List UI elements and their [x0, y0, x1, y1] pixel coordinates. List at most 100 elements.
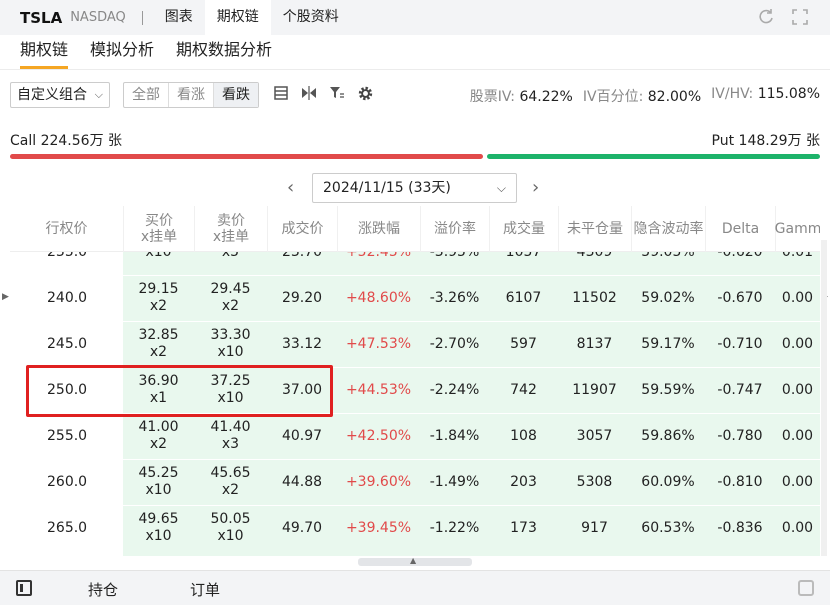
volume-cell: 6107 [505, 289, 542, 306]
gamma-cell: 0.00 [781, 381, 814, 398]
strike-cell: 260.0 [47, 473, 88, 490]
tab-orders[interactable]: 订单 [190, 579, 220, 600]
delta-cell: -0.747 [717, 381, 763, 398]
ticker-symbol: TSLA [20, 8, 63, 27]
put-volume: Put 148.29万 张 [711, 133, 820, 149]
chevron-down-icon: ⌵ [94, 88, 103, 101]
table-row[interactable]: 265.0 49.65 x10 50.05 x10 49.70 +39.45% -1.22% 1… [10, 505, 820, 551]
open-interest-cell: 5308 [576, 473, 613, 490]
col-strike-header[interactable]: 行权价 [10, 206, 123, 252]
exchange-label: NASDAQ [70, 10, 126, 25]
prev-expiry-icon[interactable]: ‹ [287, 177, 294, 198]
highlight-box [26, 365, 333, 417]
open-interest-cell: 11502 [572, 289, 617, 306]
premium-cell: -1.22% [429, 519, 480, 536]
tab-chart[interactable]: 图表 [153, 0, 205, 35]
call-ratio-bar [10, 154, 483, 159]
expiry-select[interactable]: 2024/11/15 (33天) ⌵ [312, 173, 517, 203]
ask-size: x2 [221, 482, 240, 498]
split-view-icon[interactable] [300, 85, 318, 103]
list-view-icon[interactable] [272, 85, 290, 103]
filter-all[interactable]: 全部 [124, 83, 168, 107]
copy-icon[interactable] [798, 580, 814, 596]
combo-select[interactable]: 自定义组合 ⌵ [10, 82, 110, 108]
premium-cell: -2.70% [429, 335, 480, 352]
expiry-bar: ‹ 2024/11/15 (33天) ⌵ › [0, 173, 830, 205]
table-row[interactable]: 260.0 45.25 x10 45.65 x2 44.88 +39.60% -1.49% 20… [10, 459, 820, 505]
iv-hv-value: 115.08% [757, 86, 820, 102]
col-open-interest-header[interactable]: 未平仓量 [558, 206, 631, 252]
chevron-up-icon: ▲ [410, 556, 417, 565]
put-ratio-bar [487, 154, 820, 159]
table-row[interactable]: 245.0 32.85 x2 33.30 x10 33.12 +47.53% -2.70% 59… [10, 321, 820, 367]
volume-cell: 203 [510, 473, 537, 490]
col-change-header[interactable]: 涨跌幅 [337, 206, 420, 252]
bid-cell[interactable]: 49.65 x10 [123, 505, 194, 551]
subtab-option-data-analysis[interactable]: 期权数据分析 [176, 36, 272, 69]
toolbar: 自定义组合 ⌵ 全部 看涨 看跌 股票IV: 64.22% IV百分位: 82.… [0, 80, 830, 110]
ask-price: 41.40 [210, 419, 251, 435]
table-row[interactable]: 255.0 41.00 x2 41.40 x3 40.97 +42.50% -1.84% 108… [10, 413, 820, 459]
call-put-ratio: Call 224.56万 张 Put 148.29万 张 [0, 128, 830, 164]
subtab-simulation[interactable]: 模拟分析 [90, 36, 154, 69]
col-gamma-header[interactable]: Gamm [775, 206, 820, 252]
combo-value: 自定义组合 [17, 87, 87, 103]
gamma-cell: 0.00 [781, 289, 814, 306]
ask-cell[interactable]: 29.45 x2 [194, 275, 267, 321]
premium-cell: -3.26% [429, 289, 480, 306]
subtab-option-chain[interactable]: 期权链 [20, 36, 69, 69]
volume-cell: 173 [510, 519, 537, 536]
filter-put[interactable]: 看跌 [213, 83, 258, 107]
col-premium-header[interactable]: 溢价率 [420, 206, 489, 252]
gamma-cell: 0.00 [781, 427, 814, 444]
ask-size: x10 [217, 528, 244, 544]
ask-cell[interactable]: 45.65 x2 [194, 459, 267, 505]
change-cell: +39.45% [345, 519, 412, 536]
table-row[interactable]: 240.0 29.15 x2 29.45 x2 29.20 +48.60% -3.26% 610… [10, 275, 820, 321]
implied-vol-cell: 59.02% [641, 289, 695, 306]
tab-stock-profile[interactable]: 个股资料 [271, 0, 351, 35]
call-volume: Call 224.56万 张 [10, 133, 123, 149]
change-cell: +44.53% [345, 381, 412, 398]
panel-toggle-icon[interactable] [16, 580, 32, 596]
bid-cell[interactable]: 45.25 x10 [123, 459, 194, 505]
col-last-header[interactable]: 成交价 [267, 206, 337, 252]
tab-positions[interactable]: 持仓 [88, 579, 118, 600]
next-expiry-icon[interactable]: › [532, 177, 539, 198]
volume-cell: 597 [510, 335, 537, 352]
iv-stats: 股票IV: 64.22% IV百分位: 82.00% IV/HV: 115.08… [470, 86, 820, 106]
filter-icon[interactable] [328, 85, 346, 103]
expand-icon[interactable] [790, 8, 810, 28]
col-delta-header[interactable]: Delta [705, 206, 775, 252]
bid-price: 45.25 [138, 465, 179, 481]
ask-price: 50.05 [210, 511, 251, 527]
col-ask-header[interactable]: 卖价 x挂单 [194, 206, 267, 252]
open-interest-cell: 917 [581, 519, 608, 536]
col-implied-vol-header[interactable]: 隐含波动率 [631, 206, 705, 252]
col-bid-header[interactable]: 买价 x挂单 [123, 206, 194, 252]
refresh-icon[interactable] [756, 8, 776, 28]
scroll-left-icon[interactable]: ▶ [2, 292, 9, 302]
ask-cell[interactable]: 33.30 x10 [194, 321, 267, 367]
filter-call[interactable]: 看涨 [168, 83, 213, 107]
change-cell: +39.60% [345, 473, 412, 490]
gear-icon[interactable] [356, 85, 374, 103]
open-interest-cell: 3057 [576, 427, 613, 444]
ask-cell[interactable]: 50.05 x10 [194, 505, 267, 551]
vertical-scrollbar[interactable] [821, 240, 827, 556]
bid-cell[interactable]: 29.15 x2 [123, 275, 194, 321]
bid-price: 49.65 [138, 511, 179, 527]
tab-option-chain[interactable]: 期权链 [204, 0, 271, 35]
ask-size: x2 [221, 298, 240, 314]
bid-cell[interactable]: 41.00 x2 [123, 413, 194, 459]
ask-cell[interactable]: 41.40 x3 [194, 413, 267, 459]
premium-cell: -1.84% [429, 427, 480, 444]
ask-price: 29.45 [210, 281, 251, 297]
last-price-cell: 49.70 [281, 519, 323, 536]
implied-vol-cell: 60.53% [641, 519, 695, 536]
col-volume-header[interactable]: 成交量 [489, 206, 558, 252]
strike-cell: 255.0 [47, 427, 88, 444]
horizontal-scrollbar[interactable]: ▲ [358, 556, 472, 566]
bid-cell[interactable]: 32.85 x2 [123, 321, 194, 367]
sub-tabs: 期权链 模拟分析 期权数据分析 [0, 35, 830, 70]
